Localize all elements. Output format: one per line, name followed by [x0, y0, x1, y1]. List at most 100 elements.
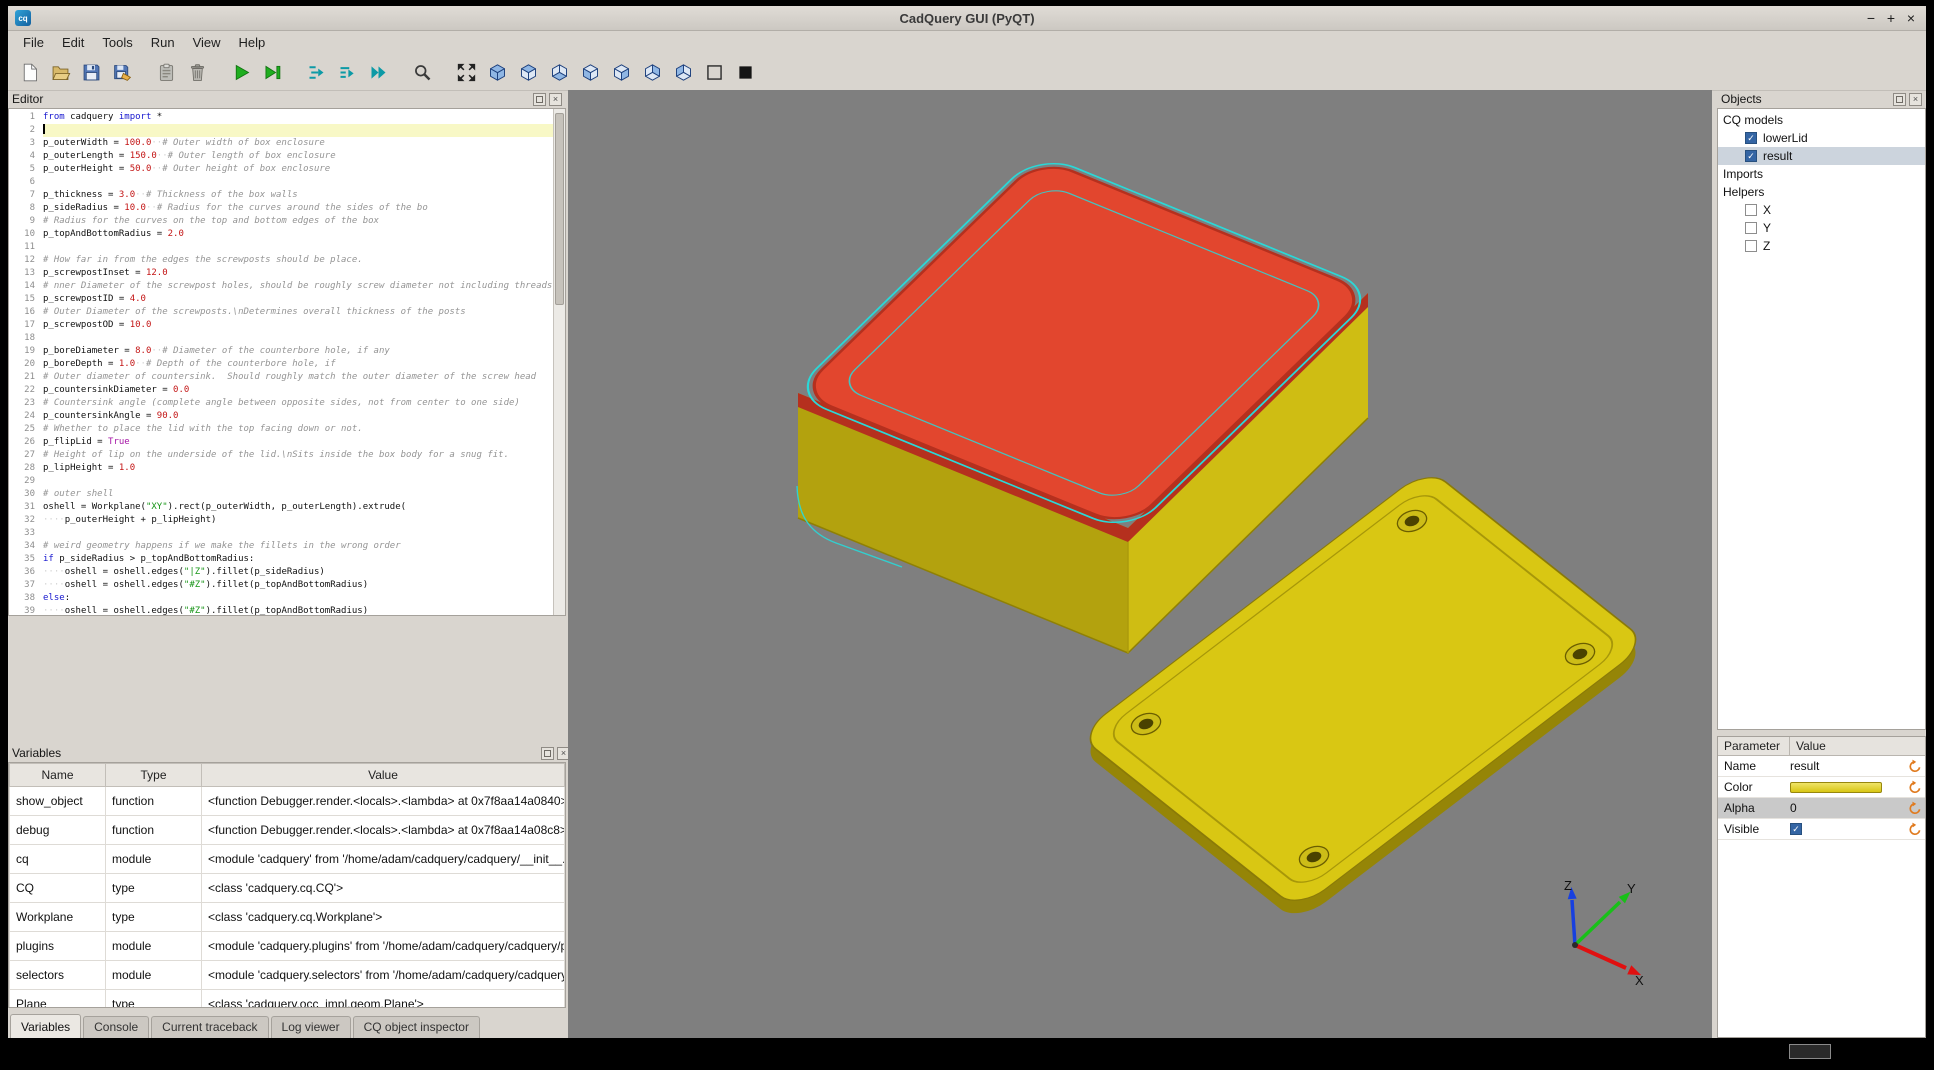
param-row-alpha[interactable]: Alpha0	[1718, 798, 1925, 819]
parameter-rows: Nameresult Color Alpha0Visible	[1718, 756, 1925, 840]
variable-row-workplane[interactable]: Workplanetype<class 'cadquery.cq.Workpla…	[10, 903, 565, 932]
menu-run[interactable]: Run	[142, 32, 184, 53]
stop-icon	[735, 62, 756, 83]
zoom-to-fit-button[interactable]	[409, 59, 435, 85]
tree-item-y[interactable]: Y	[1718, 219, 1925, 237]
variable-row-debug[interactable]: debugfunction<function Debugger.render.<…	[10, 816, 565, 845]
variable-row-plane[interactable]: Planetype<class 'cadquery.occ_impl.geom.…	[10, 990, 565, 1009]
variables-float-icon[interactable]	[541, 747, 554, 760]
save-file-button[interactable]	[78, 59, 104, 85]
param-value[interactable]	[1790, 782, 1908, 793]
menu-help[interactable]: Help	[230, 32, 275, 53]
tree-item-lowerlid[interactable]: lowerLid	[1718, 129, 1925, 147]
stop-button[interactable]	[732, 59, 758, 85]
variable-cell: debug	[10, 816, 106, 845]
wireframe-button[interactable]	[701, 59, 727, 85]
step-over-button[interactable]	[334, 59, 360, 85]
view-front-button[interactable]	[639, 59, 665, 85]
reset-icon[interactable]	[1908, 780, 1922, 794]
line-number: 32	[9, 514, 43, 527]
code-editor[interactable]: 1from cadquery import *23p_outerWidth = …	[8, 108, 566, 616]
objects-float-icon[interactable]	[1893, 93, 1906, 106]
render-button[interactable]	[228, 59, 254, 85]
viewport-3d[interactable]: Z Y X	[568, 90, 1712, 1038]
code-line: 27# Height of lip on the underside of th…	[9, 449, 553, 462]
tree-group-cq-models[interactable]: CQ models	[1718, 111, 1925, 129]
param-row-visible[interactable]: Visible	[1718, 819, 1925, 840]
continue-button[interactable]	[365, 59, 391, 85]
variable-row-cq[interactable]: cqmodule<module 'cadquery' from '/home/a…	[10, 845, 565, 874]
tab-log-viewer[interactable]: Log viewer	[271, 1016, 351, 1038]
tree-item-z[interactable]: Z	[1718, 237, 1925, 255]
variable-cell: show_object	[10, 787, 106, 816]
close-button[interactable]: ×	[1901, 8, 1921, 28]
line-number: 35	[9, 553, 43, 566]
menu-view[interactable]: View	[184, 32, 230, 53]
clipboard-button[interactable]	[153, 59, 179, 85]
editor-float-icon[interactable]	[533, 93, 546, 106]
variable-row-show-object[interactable]: show_objectfunction<function Debugger.re…	[10, 787, 565, 816]
step-into-button[interactable]	[303, 59, 329, 85]
objects-close-icon[interactable]: ×	[1909, 93, 1922, 106]
code-text: else:	[43, 592, 553, 605]
param-row-color[interactable]: Color	[1718, 777, 1925, 798]
tab-cq-object-inspector[interactable]: CQ object inspector	[353, 1016, 480, 1038]
checkbox-z[interactable]	[1745, 240, 1757, 252]
code-line: 1from cadquery import *	[9, 111, 553, 124]
checkbox-x[interactable]	[1745, 204, 1757, 216]
tree-item-x[interactable]: X	[1718, 201, 1925, 219]
menu-edit[interactable]: Edit	[53, 32, 93, 53]
menu-file[interactable]: File	[14, 32, 53, 53]
param-label: Color	[1718, 780, 1790, 794]
text-cursor	[43, 124, 45, 134]
variable-row-selectors[interactable]: selectorsmodule<module 'cadquery.selecto…	[10, 961, 565, 990]
view-back-button[interactable]	[670, 59, 696, 85]
checkbox-y[interactable]	[1745, 222, 1757, 234]
view-right-button[interactable]	[608, 59, 634, 85]
viewport-canvas[interactable]: Z Y X	[568, 90, 1712, 1038]
tab-console[interactable]: Console	[83, 1016, 149, 1038]
checkbox-result[interactable]	[1745, 150, 1757, 162]
editor-scrollbar[interactable]	[553, 109, 565, 615]
view-isometric-button[interactable]	[484, 59, 510, 85]
checkbox-lowerlid[interactable]	[1745, 132, 1757, 144]
view-back-icon	[673, 62, 694, 83]
new-file-button[interactable]	[16, 59, 42, 85]
tab-current-traceback[interactable]: Current traceback	[151, 1016, 268, 1038]
view-top-button[interactable]	[515, 59, 541, 85]
minimize-button[interactable]: −	[1861, 8, 1881, 28]
open-file-button[interactable]	[47, 59, 73, 85]
window-title: CadQuery GUI (PyQT)	[8, 11, 1926, 26]
reset-icon[interactable]	[1908, 759, 1922, 773]
code-text: p_outerWidth = 100.0··# Outer width of b…	[43, 137, 553, 150]
line-number: 8	[9, 202, 43, 215]
tree-group-helpers[interactable]: Helpers	[1718, 183, 1925, 201]
reset-icon[interactable]	[1908, 822, 1922, 836]
tab-variables[interactable]: Variables	[10, 1014, 81, 1038]
save-as-file-button[interactable]	[109, 59, 135, 85]
variable-row-plugins[interactable]: pluginsmodule<module 'cadquery.plugins' …	[10, 932, 565, 961]
menu-tools[interactable]: Tools	[93, 32, 141, 53]
trash-button[interactable]	[184, 59, 210, 85]
editor-close-icon[interactable]: ×	[549, 93, 562, 106]
code-area[interactable]: 1from cadquery import *23p_outerWidth = …	[9, 111, 553, 615]
tree-item-result[interactable]: result	[1718, 147, 1925, 165]
color-swatch[interactable]	[1790, 782, 1882, 793]
fit-all-button[interactable]	[453, 59, 479, 85]
maximize-button[interactable]: +	[1881, 8, 1901, 28]
param-value[interactable]	[1790, 823, 1908, 835]
param-row-name[interactable]: Nameresult	[1718, 756, 1925, 777]
editor-scrollbar-thumb[interactable]	[555, 113, 564, 305]
view-left-button[interactable]	[577, 59, 603, 85]
variable-row-cq[interactable]: CQtype<class 'cadquery.cq.CQ'>	[10, 874, 565, 903]
view-bottom-button[interactable]	[546, 59, 572, 85]
param-value[interactable]: 0	[1790, 801, 1908, 815]
visible-checkbox[interactable]	[1790, 823, 1802, 835]
reset-icon[interactable]	[1908, 801, 1922, 815]
code-line: 4p_outerLength = 150.0··# Outer length o…	[9, 150, 553, 163]
code-text: # Whether to place the lid with the top …	[43, 423, 553, 436]
debug-button[interactable]	[259, 59, 285, 85]
tree-group-imports[interactable]: Imports	[1718, 165, 1925, 183]
param-value[interactable]: result	[1790, 759, 1908, 773]
code-line: 24p_countersinkAngle = 90.0	[9, 410, 553, 423]
